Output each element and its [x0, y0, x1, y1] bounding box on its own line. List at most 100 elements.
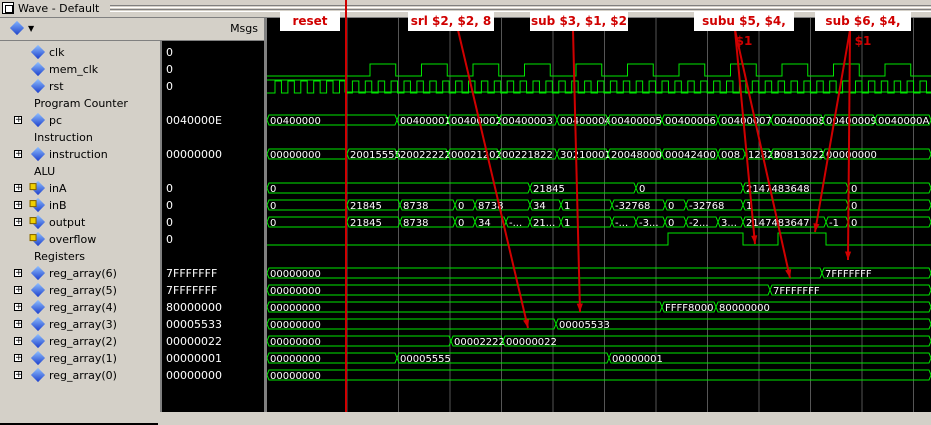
expand-icon[interactable]: +	[14, 150, 23, 159]
bus-value-label: 00400007	[721, 116, 772, 127]
bus-segment	[635, 182, 744, 194]
signal-diamond-icon[interactable]	[9, 20, 25, 36]
signal-value: 0	[166, 216, 173, 229]
signal-row-reg-array-4-[interactable]: + reg_array(4)	[0, 299, 158, 316]
expand-icon[interactable]: +	[14, 218, 23, 227]
signal-name-label: rst	[49, 80, 64, 93]
signal-row-rst[interactable]: rst	[0, 78, 158, 95]
value-header: Msgs	[160, 18, 264, 41]
bus-value-label: -...	[509, 218, 522, 229]
signal-row-registers[interactable]: Registers	[0, 248, 158, 265]
signal-row-reg-array-1-[interactable]: + reg_array(1)	[0, 350, 158, 367]
bus-segment	[847, 199, 931, 211]
expand-icon[interactable]: +	[14, 371, 23, 380]
bus-value-label: 0	[851, 201, 857, 212]
bus-value-label: 20015555	[350, 150, 401, 161]
signal-value: 00005533	[166, 318, 222, 331]
overflow-wave	[267, 232, 931, 246]
signal-row-output[interactable]: + output	[0, 214, 158, 231]
bus-value-label: -32768	[615, 201, 650, 212]
bus-segment	[267, 301, 663, 313]
expand-icon[interactable]: +	[14, 184, 23, 193]
signal-row-overflow[interactable]: overflow	[0, 231, 158, 248]
expand-icon[interactable]: +	[14, 201, 23, 210]
expand-icon[interactable]: +	[14, 269, 23, 278]
signal-row-clk[interactable]: clk	[0, 44, 158, 61]
signal-row-pc[interactable]: + pc	[0, 112, 158, 129]
window-title: Wave - Default	[18, 2, 100, 15]
annotation-label: srl $2, $2, 8	[408, 11, 494, 31]
bus-value-label: 21...	[533, 218, 555, 229]
dropdown-arrow-icon[interactable]: ▼	[28, 24, 34, 33]
bus-value-label: 00400001	[400, 116, 451, 127]
bus-value-label: 00000001	[612, 354, 663, 365]
waveform-pane[interactable]: 00400000 00400001 00400002 00400003 00400004…	[267, 18, 931, 412]
bus-value-label: 00400003	[502, 116, 553, 127]
signal-value: 0	[166, 233, 173, 246]
signal-diamond-icon	[30, 316, 46, 332]
wave-window-icon	[2, 2, 14, 14]
signal-row-reg-array-5-[interactable]: + reg_array(5)	[0, 282, 158, 299]
bus-value-label: 0	[270, 201, 276, 212]
bus-value-label: 8738	[403, 201, 428, 212]
waveform-canvas[interactable]: 00400000 00400001 00400002 00400003 00400004…	[267, 18, 931, 412]
signal-diamond-icon	[30, 214, 46, 230]
bus-value-label: 00000000	[270, 150, 321, 161]
bus-value-label: 0	[270, 184, 276, 195]
title-grip[interactable]	[110, 4, 931, 12]
bus-value-label: FFFF8000	[665, 303, 713, 314]
bus-value-label: 00813022	[774, 150, 825, 161]
bus-value-label: 34	[533, 201, 546, 212]
signal-value: 0	[166, 80, 173, 93]
signal-value: 00000022	[166, 335, 222, 348]
bus-segment	[267, 267, 823, 279]
bus-value-label: 0	[458, 201, 464, 212]
clk-wave	[267, 63, 931, 77]
signal-row-alu[interactable]: ALU	[0, 163, 158, 180]
signal-row-ina[interactable]: + inA	[0, 180, 158, 197]
signal-name-label: ALU	[34, 165, 56, 178]
signal-name-label: mem_clk	[49, 63, 99, 76]
signal-row-reg-array-2-[interactable]: + reg_array(2)	[0, 333, 158, 350]
expand-icon[interactable]: +	[14, 354, 23, 363]
signal-row-program-counter[interactable]: Program Counter	[0, 95, 158, 112]
signal-row-mem-clk[interactable]: mem_clk	[0, 61, 158, 78]
bus-value-label: 00002222	[454, 337, 505, 348]
signal-value: 80000000	[166, 301, 222, 314]
bus-value-label: 00400004	[560, 116, 611, 127]
signal-name-label: reg_array(1)	[49, 352, 117, 365]
bus-value-label: 00400006	[665, 116, 716, 127]
bus-value-label: 7FFFFFFF	[773, 286, 820, 297]
signal-row-instruction[interactable]: + instruction	[0, 146, 158, 163]
expand-icon[interactable]: +	[14, 320, 23, 329]
signal-value: 00000000	[166, 148, 222, 161]
signal-diamond-icon	[30, 44, 46, 60]
signal-row-reg-array-3-[interactable]: + reg_array(3)	[0, 316, 158, 333]
bus-value-label: 0	[270, 218, 276, 229]
expand-icon[interactable]: +	[14, 116, 23, 125]
expand-icon[interactable]: +	[14, 286, 23, 295]
bus-value-label: 1	[564, 218, 570, 229]
signal-row-instruction[interactable]: Instruction	[0, 129, 158, 146]
bus-segment	[555, 318, 931, 330]
signal-name-label: clk	[49, 46, 65, 59]
expand-icon[interactable]: +	[14, 303, 23, 312]
bus-value-label: 0	[668, 218, 674, 229]
signal-row-inb[interactable]: + inB	[0, 197, 158, 214]
signal-row-reg-array-6-[interactable]: + reg_array(6)	[0, 265, 158, 282]
bus-value-label: -3...	[639, 218, 659, 229]
expand-icon[interactable]: +	[14, 337, 23, 346]
bus-value-label: 20048000	[611, 150, 662, 161]
signal-name-label: Registers	[34, 250, 86, 263]
signal-value: 7FFFFFFF	[166, 267, 218, 280]
bus-value-label: 008	[721, 150, 740, 161]
msgs-header-label: Msgs	[230, 22, 258, 35]
signal-diamond-icon	[30, 333, 46, 349]
signal-name-label: pc	[49, 114, 63, 127]
bus-value-label: 80000000	[719, 303, 770, 314]
signal-name-label: reg_array(4)	[49, 301, 117, 314]
signal-diamond-icon	[30, 61, 46, 77]
signal-row-reg-array-0-[interactable]: + reg_array(0)	[0, 367, 158, 384]
signal-name-label: reg_array(3)	[49, 318, 117, 331]
time-cursor[interactable]	[345, 0, 347, 412]
